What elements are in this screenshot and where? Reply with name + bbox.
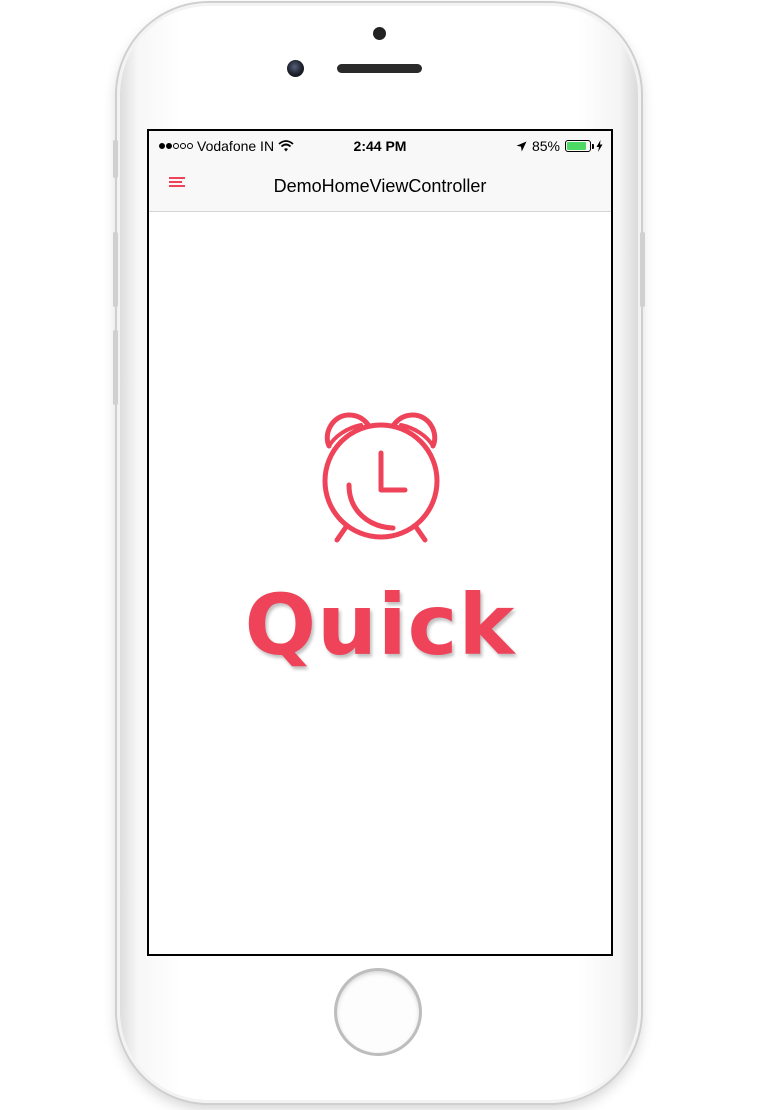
alarm-clock-icon [322, 412, 440, 543]
mute-switch[interactable] [113, 140, 118, 178]
home-button[interactable] [337, 971, 419, 1053]
status-right: 85% [516, 138, 603, 154]
charging-bolt-icon [596, 140, 603, 152]
navigation-bar: DemoHomeViewController [149, 159, 611, 212]
battery-level-fill [567, 142, 586, 150]
app-logo-text: Quick [244, 576, 516, 674]
battery-tip [592, 144, 594, 149]
power-button[interactable] [640, 232, 645, 307]
earpiece-speaker [337, 64, 422, 73]
location-arrow-icon [516, 141, 527, 151]
battery-icon [565, 140, 594, 152]
proximity-sensor [373, 27, 386, 40]
volume-down-button[interactable] [113, 330, 118, 405]
volume-up-button[interactable] [113, 232, 118, 307]
status-bar: Vodafone IN 2:44 PM 85% [149, 131, 611, 159]
front-camera [287, 60, 304, 77]
battery-percentage: 85% [531, 138, 560, 154]
screen: Vodafone IN 2:44 PM 85% DemoHomeViewCont… [147, 129, 613, 956]
page-title: DemoHomeViewController [273, 176, 487, 196]
splash-content: Quick [149, 211, 611, 952]
